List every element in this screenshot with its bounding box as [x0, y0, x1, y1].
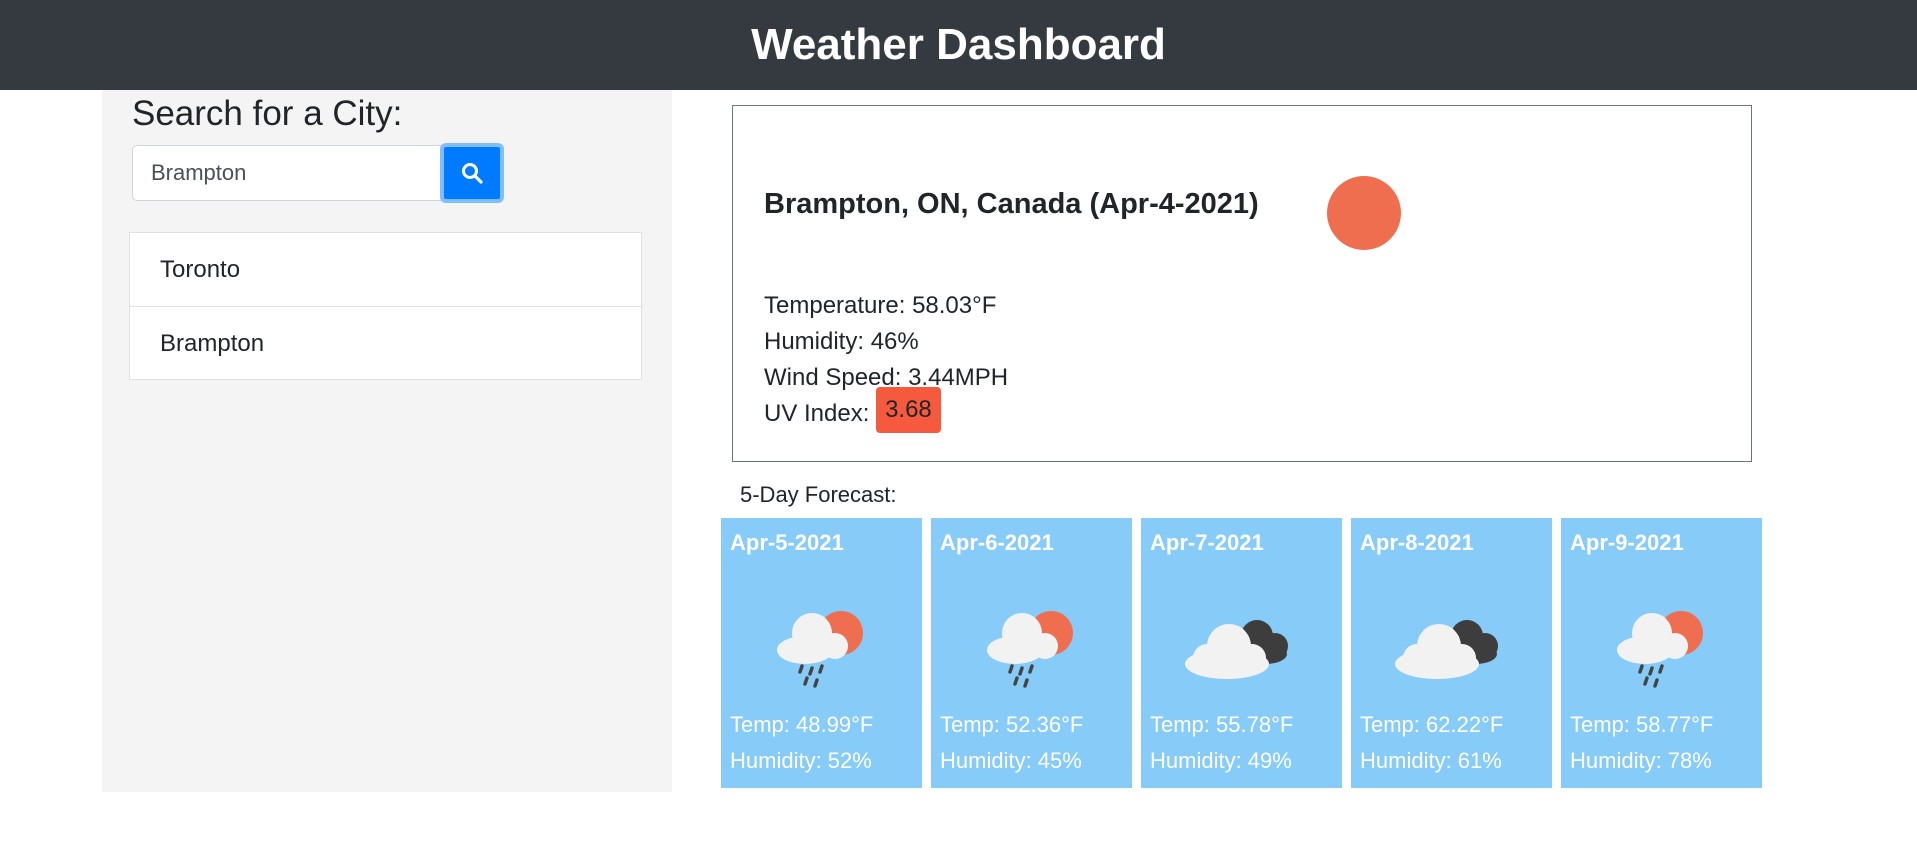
- search-icon: [462, 163, 483, 184]
- history-item-brampton[interactable]: Brampton: [130, 306, 641, 379]
- forecast-row: Apr-5-2021 Temp: 48.99°F Humidity: 52% A…: [721, 518, 1762, 788]
- forecast-temp: Temp: 55.78°F: [1150, 712, 1294, 737]
- current-humidity: Humidity: 46%: [764, 328, 919, 355]
- top-header: Weather Dashboard: [0, 0, 1917, 90]
- forecast-humidity: Humidity: 45%: [940, 748, 1082, 773]
- current-weather-card: Brampton, ON, Canada (Apr-4-2021) Temper…: [732, 105, 1752, 462]
- forecast-date: Apr-6-2021: [940, 530, 1054, 555]
- forecast-date: Apr-7-2021: [1150, 530, 1264, 555]
- cloudy-icon: [1185, 620, 1288, 679]
- forecast-humidity: Humidity: 61%: [1360, 748, 1502, 773]
- rain-sun-icon: [987, 611, 1073, 688]
- search-history-list: Toronto Brampton: [129, 232, 642, 380]
- cloudy-icon: [1395, 620, 1498, 679]
- uv-label: UV Index:: [764, 400, 870, 427]
- forecast-humidity: Humidity: 78%: [1570, 748, 1712, 773]
- current-temperature: Temperature: 58.03°F: [764, 292, 997, 319]
- history-item-toronto[interactable]: Toronto: [130, 233, 641, 306]
- rain-sun-icon: [1617, 611, 1703, 688]
- search-heading: Search for a City:: [132, 94, 403, 133]
- forecast-temp: Temp: 62.22°F: [1360, 712, 1504, 737]
- forecast-temp: Temp: 58.77°F: [1570, 712, 1714, 737]
- forecast-temp: Temp: 48.99°F: [730, 712, 874, 737]
- forecast-humidity: Humidity: 49%: [1150, 748, 1292, 773]
- current-stats: Temperature: 58.03°F Humidity: 46% Wind …: [764, 288, 1008, 433]
- current-uv-row: UV Index: 3.68: [764, 386, 1008, 433]
- forecast-card: Apr-5-2021 Temp: 48.99°F Humidity: 52%: [721, 518, 922, 788]
- forecast-card: Apr-7-2021 Temp: 55.78°F Humidity: 49%: [1141, 518, 1342, 788]
- forecast-humidity: Humidity: 52%: [730, 748, 872, 773]
- sun-icon: [1327, 176, 1401, 250]
- forecast-heading: 5-Day Forecast:: [740, 482, 897, 507]
- uv-index-badge: 3.68: [876, 386, 941, 433]
- page-title: Weather Dashboard: [751, 20, 1166, 69]
- forecast-card: Apr-9-2021 Temp: 58.77°F Humidity: 78%: [1561, 518, 1762, 788]
- forecast-date: Apr-8-2021: [1360, 530, 1474, 555]
- forecast-date: Apr-5-2021: [730, 530, 844, 555]
- forecast-card: Apr-6-2021 Temp: 52.36°F Humidity: 45%: [931, 518, 1132, 788]
- rain-sun-icon: [777, 611, 863, 688]
- city-search-input[interactable]: [132, 145, 442, 201]
- current-city-title: Brampton, ON, Canada (Apr-4-2021): [764, 188, 1259, 220]
- forecast-date: Apr-9-2021: [1570, 530, 1684, 555]
- forecast-temp: Temp: 52.36°F: [940, 712, 1084, 737]
- search-sidebar: Search for a City: Toronto Brampton: [102, 90, 672, 792]
- search-button[interactable]: [440, 143, 504, 203]
- forecast-card: Apr-8-2021 Temp: 62.22°F Humidity: 61%: [1351, 518, 1552, 788]
